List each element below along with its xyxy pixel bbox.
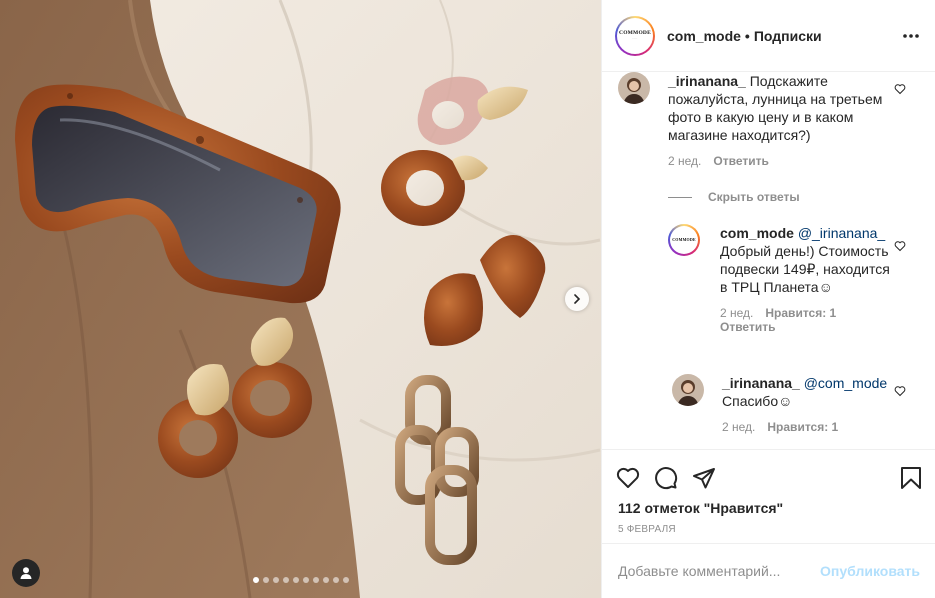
reply-username[interactable]: _irinanana_	[722, 375, 800, 391]
carousel-dot	[283, 577, 289, 583]
reply-time[interactable]: 2 нед.	[720, 306, 753, 320]
save-button[interactable]	[900, 466, 922, 490]
comment-time[interactable]: 2 нед.	[668, 154, 701, 168]
bookmark-icon	[901, 467, 921, 489]
hide-replies-button[interactable]: Скрыть ответы	[668, 190, 800, 204]
more-options-button[interactable]	[903, 33, 919, 38]
reply-text: Добрый день!) Стоимость подвески 149₽, н…	[720, 243, 890, 295]
like-comment-button[interactable]	[894, 82, 906, 98]
carousel-dot	[263, 577, 269, 583]
header-separator: •	[744, 27, 750, 44]
author-username[interactable]: com_mode	[667, 28, 741, 44]
heart-outline-icon	[894, 241, 906, 252]
like-reply-button[interactable]	[894, 384, 906, 400]
like-button[interactable]	[616, 466, 640, 490]
carousel-dot	[333, 577, 339, 583]
carousel-dot	[323, 577, 329, 583]
heart-icon	[616, 467, 640, 488]
heart-outline-icon	[894, 386, 906, 397]
user-icon	[20, 567, 32, 579]
post-photo[interactable]	[0, 0, 601, 598]
reply-button[interactable]: Ответить	[720, 320, 775, 334]
comment-username[interactable]: _irinanana_	[668, 73, 746, 89]
post-panel: COMMODE ····· com_mode • Подписки _irina…	[601, 0, 935, 598]
heart-outline-icon	[894, 84, 906, 95]
reply-button[interactable]: Ответить	[713, 154, 768, 168]
reply-mention[interactable]: @_irinanana_	[798, 225, 885, 241]
comment-item: _irinanana_ Подскажите пожалуйста, лунни…	[618, 72, 918, 168]
instagram-post: COMMODE ····· com_mode • Подписки _irina…	[0, 0, 935, 598]
carousel-dot	[313, 577, 319, 583]
following-button[interactable]: Подписки	[754, 28, 822, 44]
comments-list[interactable]: _irinanana_ Подскажите пожалуйста, лунни…	[602, 72, 935, 449]
post-actions: 112 отметок "Нравится" 5 февраля	[602, 449, 935, 535]
photo-scene	[0, 0, 601, 598]
commenter-avatar[interactable]	[618, 72, 650, 104]
post-header: COMMODE ····· com_mode • Подписки	[602, 0, 935, 72]
reply-avatar[interactable]: COMMODE	[668, 224, 700, 256]
carousel-dot	[293, 577, 299, 583]
reply-text: Спасибо☺	[722, 393, 793, 409]
reply-username[interactable]: com_mode	[720, 225, 794, 241]
carousel-dot	[303, 577, 309, 583]
publish-button[interactable]: Опубликовать	[820, 563, 920, 579]
reply-time[interactable]: 2 нед.	[722, 420, 755, 434]
comment-icon	[655, 467, 678, 490]
more-horizontal-icon	[903, 33, 919, 38]
reply-mention[interactable]: @com_mode	[804, 375, 887, 391]
carousel-dot	[253, 577, 259, 583]
chevron-right-icon	[574, 294, 581, 304]
reply-item: _irinanana_ @com_mode Спасибо☺ 2 нед. Нр…	[672, 374, 918, 434]
post-date[interactable]: 5 февраля	[602, 524, 935, 535]
carousel-next-button[interactable]	[565, 287, 589, 311]
comment-input[interactable]	[618, 563, 821, 579]
carousel-dot	[273, 577, 279, 583]
carousel-dot	[343, 577, 349, 583]
comment-button[interactable]	[654, 466, 678, 490]
like-reply-button[interactable]	[894, 239, 906, 255]
add-comment-bar: Опубликовать	[602, 543, 935, 598]
share-button[interactable]	[692, 466, 716, 490]
likes-count[interactable]: 112 отметок "Нравится"	[602, 498, 935, 518]
reply-avatar[interactable]	[672, 374, 704, 406]
tagged-users-button[interactable]	[12, 559, 40, 587]
author-avatar[interactable]: COMMODE ·····	[615, 15, 655, 56]
brand-logo: COMMODE ·····	[619, 30, 651, 40]
reply-likes[interactable]: Нравится: 1	[767, 420, 838, 434]
share-paper-plane-icon	[693, 468, 715, 489]
carousel-indicators	[253, 577, 349, 583]
reply-item: COMMODE com_mode @_irinanana_ Добрый ден…	[668, 224, 918, 334]
reply-likes[interactable]: Нравится: 1	[765, 306, 836, 320]
